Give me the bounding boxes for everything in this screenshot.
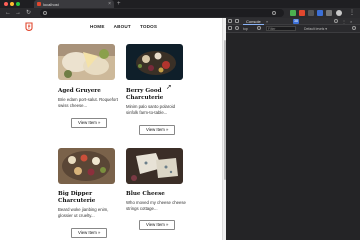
- tab-title: localhost: [43, 1, 59, 7]
- menu-kebab-icon[interactable]: ⋮: [349, 9, 355, 17]
- card-title: Aged Gruyere: [58, 88, 101, 94]
- nav-link-todos[interactable]: TODOS: [140, 24, 157, 29]
- logo-icon[interactable]: [25, 22, 33, 31]
- minimize-window-button[interactable]: [10, 2, 14, 6]
- close-tab-icon[interactable]: ×: [108, 0, 111, 8]
- extension-icon[interactable]: [308, 10, 314, 16]
- issues-badge[interactable]: 38: [293, 19, 299, 24]
- inspect-element-icon[interactable]: [228, 19, 232, 23]
- view-item-button[interactable]: View Item »: [139, 220, 176, 230]
- console-settings-icon[interactable]: [352, 26, 356, 30]
- window-controls: [4, 2, 20, 6]
- devtools-tab-bar: Console » 38 ⋮ ×: [226, 18, 360, 25]
- log-levels-dropdown[interactable]: Default levels ▾: [304, 26, 327, 32]
- devtools-panel: Console » 38 ⋮ × top Filter Default leve…: [226, 18, 360, 240]
- view-item-button[interactable]: View Item »: [139, 125, 176, 135]
- extension-icon[interactable]: [299, 10, 305, 16]
- extension-icon[interactable]: [290, 10, 296, 16]
- view-item-button[interactable]: View Item »: [71, 118, 108, 128]
- navigation-bar: ← → ↻ ⋮: [0, 8, 360, 18]
- browser-tab[interactable]: localhost ×: [34, 0, 114, 8]
- reload-icon[interactable]: ↻: [26, 9, 31, 17]
- context-selector[interactable]: top: [243, 26, 248, 32]
- browser-chrome: localhost × + ← → ↻ ⋮: [0, 0, 360, 18]
- card-image-blue-cheese[interactable]: [126, 148, 183, 184]
- site-info-icon[interactable]: [43, 11, 47, 15]
- profile-avatar[interactable]: [336, 10, 342, 16]
- mouse-cursor-icon: ➚: [166, 84, 172, 91]
- card-description: Brie edam port-salut. Roquefort swiss ch…: [58, 97, 118, 108]
- device-toolbar-icon[interactable]: [235, 19, 239, 23]
- extensions-puzzle-icon[interactable]: [326, 10, 332, 16]
- nav-link-about[interactable]: ABOUT: [114, 24, 131, 29]
- top-navigation: HOME ABOUT TODOS: [90, 24, 157, 29]
- eye-icon[interactable]: [257, 26, 261, 30]
- card-description: Beard woke jianbing enim, glossier ut cr…: [58, 207, 109, 218]
- settings-gear-icon[interactable]: [334, 19, 338, 23]
- forward-icon[interactable]: →: [15, 9, 21, 17]
- card-description: Who moved my cheese cheese strings cotta…: [126, 200, 186, 211]
- nav-link-home[interactable]: HOME: [90, 24, 105, 29]
- console-filter-input[interactable]: Filter: [266, 26, 296, 31]
- web-page: HOME ABOUT TODOS Aged Gruyere Brie edam …: [0, 18, 222, 240]
- view-item-button[interactable]: View Item »: [71, 228, 108, 238]
- card-description: Minim palo santo polaroid sinfolk farm-t…: [126, 104, 175, 115]
- devtools-menu-icon[interactable]: ⋮: [342, 18, 346, 25]
- favicon-icon: [37, 2, 41, 6]
- card-image-berry-good-charcuterie[interactable]: [126, 44, 183, 80]
- card-image-aged-gruyere[interactable]: [58, 44, 115, 80]
- console-toolbar: top Filter Default levels ▾: [226, 25, 360, 33]
- maximize-window-button[interactable]: [16, 2, 20, 6]
- sidebar-toggle-icon[interactable]: [228, 26, 232, 30]
- extension-icon[interactable]: [317, 10, 323, 16]
- card-title: Berry Good Charcuterie: [126, 88, 164, 101]
- more-tabs-icon[interactable]: »: [266, 18, 268, 25]
- card-title: Blue Cheese: [126, 191, 165, 197]
- clear-console-icon[interactable]: [235, 26, 239, 30]
- close-devtools-icon[interactable]: ×: [350, 18, 352, 25]
- new-tab-button[interactable]: +: [117, 0, 121, 8]
- back-icon[interactable]: ←: [5, 9, 11, 17]
- card-title: Big Dipper Charcuterie: [58, 191, 96, 204]
- bookmark-star-icon[interactable]: [272, 11, 276, 15]
- address-bar[interactable]: [40, 9, 284, 17]
- close-window-button[interactable]: [4, 2, 8, 6]
- tab-strip: localhost × +: [0, 0, 360, 8]
- card-image-big-dipper-charcuterie[interactable]: [58, 148, 115, 184]
